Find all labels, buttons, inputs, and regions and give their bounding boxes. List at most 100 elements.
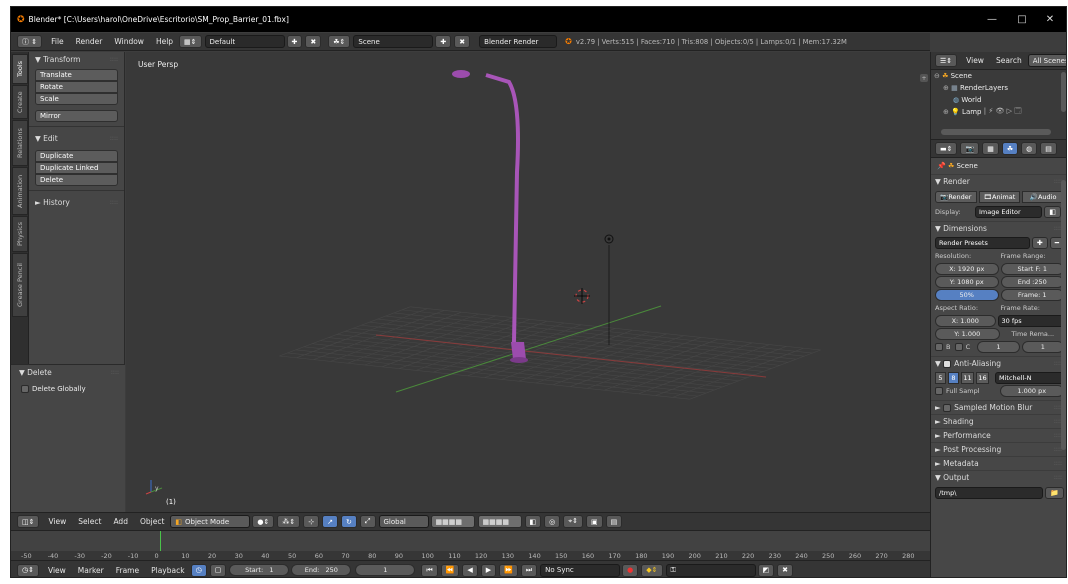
timeline-editor[interactable]: -50 -40 -30 -20 -10 0 10 20 30 40 50 60 70 80 90 100 110… bbox=[11, 530, 930, 560]
menu-view[interactable]: View bbox=[48, 517, 66, 526]
editor-type-properties-button[interactable]: ▬⇕ bbox=[935, 142, 958, 155]
delete-operator-header[interactable]: ▼ Delete:::: bbox=[11, 365, 125, 379]
resolution-y-field[interactable]: Y: 1080 px bbox=[935, 276, 999, 288]
outliner-menu-search[interactable]: Search bbox=[996, 56, 1022, 65]
performance-panel-header[interactable]: ► Performance:::: bbox=[931, 428, 1066, 442]
tab-grease-pencil[interactable]: Grease Pencil bbox=[12, 253, 28, 317]
aspect-x-field[interactable]: X: 1.000 bbox=[935, 315, 996, 327]
editor-type-3d-button[interactable]: ◫⇕ bbox=[17, 515, 40, 528]
keying-set-icon[interactable]: ◆⇕ bbox=[641, 563, 663, 577]
duplicate-linked-button[interactable]: Duplicate Linked bbox=[35, 162, 118, 174]
editor-type-info-button[interactable]: ⓘ ⇕ bbox=[17, 35, 43, 48]
render-panel-header[interactable]: ▼ Render:::: bbox=[931, 174, 1066, 188]
frame-rate-dropdown[interactable]: 30 fps bbox=[997, 315, 1064, 327]
menu-frame[interactable]: Frame bbox=[116, 566, 139, 575]
post-processing-panel-header[interactable]: ► Post Processing:::: bbox=[931, 442, 1066, 456]
render-animation-icon[interactable]: ▤ bbox=[605, 515, 623, 528]
outliner-vscrollbar[interactable] bbox=[1061, 72, 1066, 112]
minimize-button[interactable]: — bbox=[978, 7, 1006, 32]
display-dropdown[interactable]: Image Editor bbox=[975, 206, 1043, 218]
tab-animation[interactable]: Animation bbox=[12, 167, 28, 215]
edit-panel-header[interactable]: ▼ Edit:::: bbox=[29, 131, 124, 145]
outliner-display-mode-dropdown[interactable]: All Scenes bbox=[1027, 54, 1066, 67]
menu-playback[interactable]: Playback bbox=[151, 566, 184, 575]
end-frame-field[interactable]: End: 250 bbox=[291, 564, 352, 576]
3d-viewport[interactable]: y User Persp (1) + bbox=[126, 52, 930, 512]
layers-row-2-icon[interactable]: ▦▦▦▦ bbox=[477, 515, 522, 528]
remove-layout-button[interactable]: ✖ bbox=[305, 35, 322, 48]
motion-blur-panel-header[interactable]: ► Sampled Motion Blur:::: bbox=[931, 400, 1066, 414]
play-icon[interactable]: ▶ bbox=[480, 563, 497, 577]
properties-region-toggle-icon[interactable]: + bbox=[920, 74, 928, 82]
render-presets-dropdown[interactable]: Render Presets bbox=[935, 237, 1030, 249]
layers-row-1-icon[interactable]: ▦▦▦▦ bbox=[430, 515, 475, 528]
antialiasing-checkbox[interactable] bbox=[943, 359, 952, 368]
aa-filter-dropdown[interactable]: Mitchell-N bbox=[995, 372, 1064, 384]
lamp-visibility-icons[interactable]: | ⚡ 👁 ▷ 🗔 bbox=[984, 107, 1022, 118]
drag-grip-icon[interactable]: :::: bbox=[110, 56, 118, 63]
frame-step-field[interactable]: Frame: 1 bbox=[1000, 289, 1064, 301]
menu-add[interactable]: Add bbox=[113, 517, 128, 526]
render-still-button[interactable]: 📷 Render bbox=[935, 191, 977, 203]
tab-tools[interactable]: Tools bbox=[12, 54, 28, 84]
jump-keyframe-next-icon[interactable]: ⏩ bbox=[499, 563, 518, 577]
snap-toggle-icon[interactable]: ⌖⇕ bbox=[563, 515, 584, 528]
editor-type-outliner-button[interactable]: ☰⇕ bbox=[935, 54, 958, 67]
aspect-y-field[interactable]: Y: 1.000 bbox=[935, 328, 1000, 340]
record-keyframe-icon[interactable]: ● bbox=[622, 563, 639, 577]
full-sample-checkbox[interactable] bbox=[935, 387, 943, 395]
manipulator-toggle-icon[interactable]: ⊹ bbox=[303, 515, 320, 528]
menu-help[interactable]: Help bbox=[156, 37, 173, 46]
world-context-icon[interactable]: ◍ bbox=[1021, 142, 1038, 155]
drag-grip-icon[interactable]: :::: bbox=[110, 135, 118, 142]
rotate-button[interactable]: Rotate bbox=[35, 81, 118, 93]
translate-manipulator-icon[interactable]: ↗ bbox=[322, 515, 339, 528]
3d-cursor-icon[interactable] bbox=[574, 288, 590, 304]
display-options-icon[interactable]: ◧ bbox=[1044, 206, 1061, 218]
resolution-x-field[interactable]: X: 1920 px bbox=[935, 263, 999, 275]
history-panel-header[interactable]: ► History:::: bbox=[29, 195, 124, 209]
delete-globally-row[interactable]: Delete Globally bbox=[11, 385, 125, 393]
add-scene-button[interactable]: ✚ bbox=[435, 35, 452, 48]
antialiasing-panel-header[interactable]: ▼ Anti-Aliasing:::: bbox=[931, 356, 1066, 370]
metadata-panel-header[interactable]: ► Metadata:::: bbox=[931, 456, 1066, 470]
tab-relations[interactable]: Relations bbox=[12, 120, 28, 166]
pivot-point-dropdown[interactable]: ⁂⇕ bbox=[277, 515, 301, 528]
scene-context-icon[interactable]: ☘ bbox=[1001, 142, 1019, 155]
transform-panel-header[interactable]: ▼ Transform:::: bbox=[29, 52, 124, 66]
border-checkbox[interactable] bbox=[935, 343, 943, 351]
dimensions-panel-header[interactable]: ▼ Dimensions:::: bbox=[931, 221, 1066, 235]
menu-render[interactable]: Render bbox=[76, 37, 103, 46]
render-opengl-icon[interactable]: ▣ bbox=[586, 515, 603, 528]
screen-layout-field[interactable]: Default bbox=[204, 35, 285, 48]
render-context-icon[interactable]: 📷 bbox=[960, 142, 980, 155]
menu-timeline-view[interactable]: View bbox=[48, 566, 66, 575]
drag-grip-icon[interactable]: :::: bbox=[1054, 460, 1062, 467]
outliner-item-lamp[interactable]: ⊕ 💡 Lamp | ⚡ 👁 ▷ 🗔 bbox=[931, 106, 1066, 118]
keying-set-field[interactable]: ⚿ bbox=[665, 563, 756, 577]
drag-grip-icon[interactable]: :::: bbox=[1054, 474, 1062, 481]
aa-samples-11-button[interactable]: 11 bbox=[961, 372, 974, 384]
current-frame-field[interactable]: 1 bbox=[355, 564, 416, 576]
render-audio-button[interactable]: 🔊 Audio bbox=[1022, 191, 1065, 203]
shading-panel-header[interactable]: ► Shading:::: bbox=[931, 414, 1066, 428]
transform-orientation-dropdown[interactable]: Global bbox=[378, 515, 429, 528]
sync-mode-dropdown[interactable]: No Sync bbox=[540, 563, 621, 577]
layer-lock-icon[interactable]: ◧ bbox=[524, 515, 542, 528]
aa-samples-16-button[interactable]: 16 bbox=[976, 372, 989, 384]
render-animation-button[interactable]: 🎞 Animat bbox=[978, 191, 1021, 203]
maximize-button[interactable]: □ bbox=[1008, 7, 1036, 32]
outliner-scrollbar[interactable] bbox=[941, 129, 1051, 135]
lock-time-icon[interactable]: ▢ bbox=[209, 563, 227, 577]
mirror-button[interactable]: Mirror bbox=[35, 110, 118, 122]
render-engine-dropdown[interactable]: Blender Render bbox=[479, 35, 558, 48]
scale-manipulator-icon[interactable]: ⤢ bbox=[359, 515, 376, 528]
add-layout-button[interactable]: ✚ bbox=[286, 35, 303, 48]
menu-window[interactable]: Window bbox=[114, 37, 144, 46]
pin-icon[interactable]: 📌 bbox=[937, 162, 946, 170]
remove-scene-button[interactable]: ✖ bbox=[454, 35, 471, 48]
start-frame-field[interactable]: Start: 1 bbox=[229, 564, 290, 576]
lamp-object-icon[interactable] bbox=[604, 234, 614, 345]
editor-type-timeline-button[interactable]: ◷⇕ bbox=[17, 563, 39, 577]
drag-grip-icon[interactable]: :::: bbox=[111, 369, 119, 376]
